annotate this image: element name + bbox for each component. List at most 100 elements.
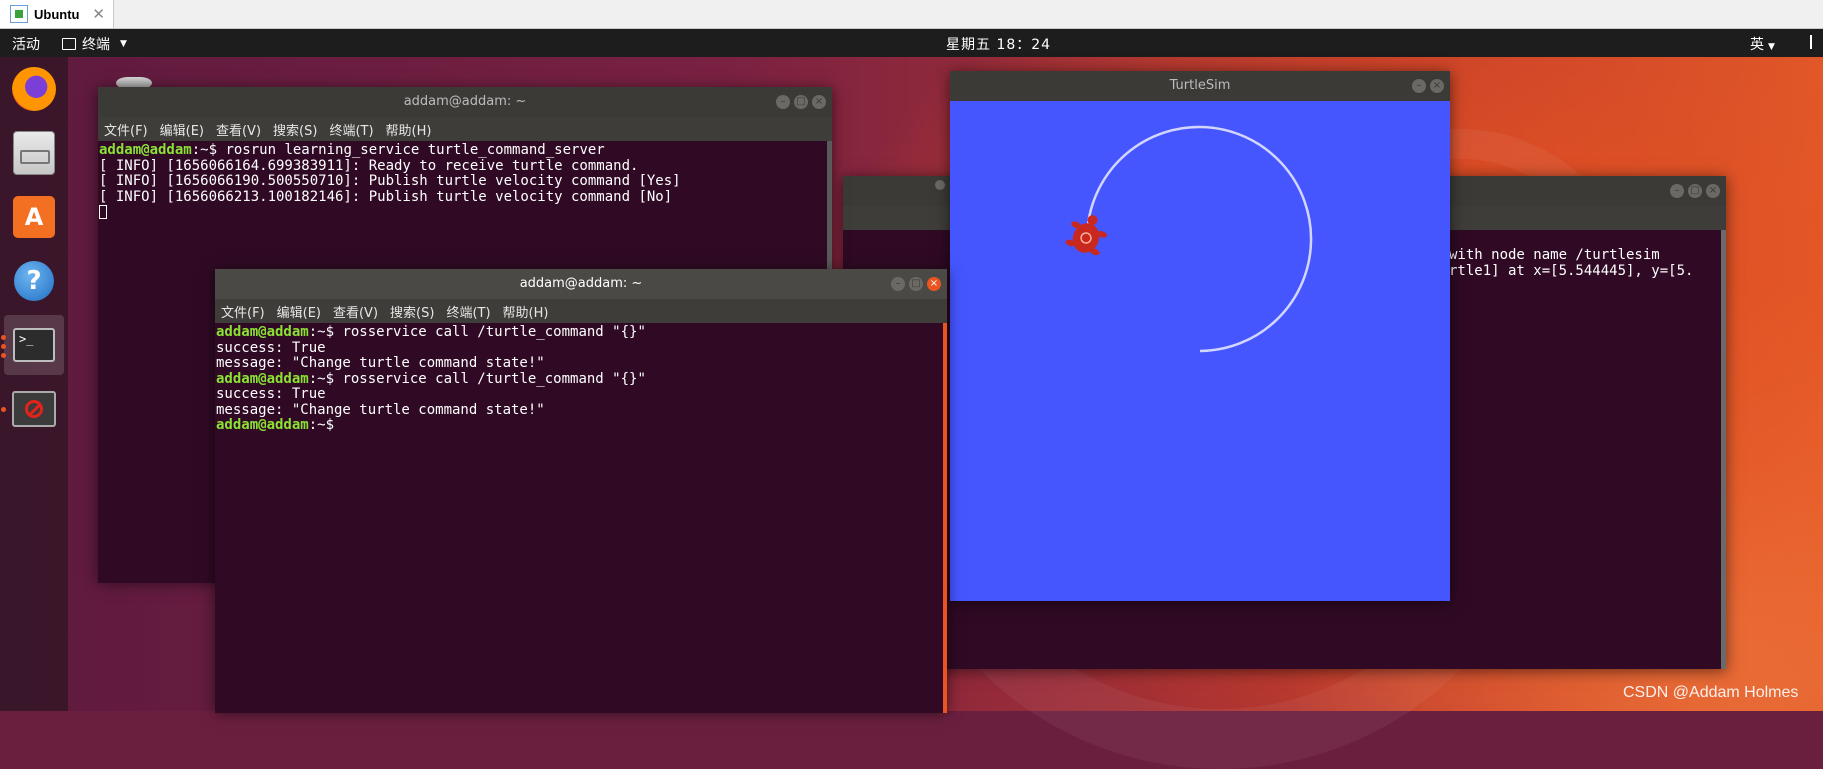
command-line: addam@addam:~$ rosservice call /turtle_c… [216, 370, 947, 388]
menu-search[interactable]: 搜索(S) [390, 302, 434, 321]
window-title: TurtleSim [1169, 78, 1231, 93]
vm-tab-bar: Ubuntu ✕ [0, 0, 1823, 29]
window-titlebar[interactable]: addam@addam: ~ – □ × [98, 87, 832, 117]
maximize-icon[interactable]: □ [909, 277, 923, 291]
window-title: addam@addam: ~ [519, 276, 643, 291]
scrollbar[interactable] [1721, 230, 1726, 669]
files-icon [13, 131, 55, 175]
dock-item-terminal[interactable]: >_ [4, 315, 64, 375]
prompt-user: addam@addam [99, 142, 192, 158]
command-line: addam@addam:~$ rosservice call /turtle_c… [216, 324, 947, 341]
output-line: success: True [216, 386, 326, 402]
command-text: rosrun learning_service turtle_command_s… [225, 142, 605, 158]
output-line: with node name /turtlesim [1449, 247, 1660, 263]
output-line: message: "Change turtle command state!" [216, 355, 545, 371]
dock-item-software[interactable]: A [4, 187, 64, 247]
close-icon[interactable]: × [1430, 79, 1444, 93]
minimize-icon[interactable]: – [1670, 184, 1684, 198]
terminal-window-client[interactable]: addam@addam: ~ – □ × 文件(F) 编辑(E) 查看(V) 搜… [215, 269, 947, 713]
prompt-path: :~$ [308, 417, 335, 433]
command-line: addam@addam:~$ [216, 417, 947, 434]
window-controls: – × [1412, 79, 1444, 93]
clock[interactable]: 星期五 18：24 [946, 34, 1051, 54]
prompt-user: addam@addam [216, 324, 309, 340]
top-panel: 活动 终端 ▼ 星期五 18：24 英 ▼ [0, 29, 1823, 57]
scrollbar[interactable] [943, 323, 947, 713]
chevron-down-icon: ▼ [120, 39, 127, 49]
dock: A ? >_ [0, 57, 68, 711]
menu-edit[interactable]: 编辑(E) [277, 302, 321, 321]
minimize-icon[interactable]: – [776, 95, 790, 109]
app-menu-label: 终端 [82, 37, 110, 53]
menu-view[interactable]: 查看(V) [216, 120, 261, 139]
dock-item-help[interactable]: ? [4, 251, 64, 311]
menu-file[interactable]: 文件(F) [104, 120, 148, 139]
prompt-path: :~$ [191, 142, 226, 158]
turtle-icon [1065, 215, 1108, 256]
window-controls: – □ × [1670, 184, 1720, 198]
menu-terminal[interactable]: 终端(T) [446, 302, 490, 321]
dock-item-other[interactable] [4, 379, 64, 439]
dock-item-firefox[interactable] [4, 59, 64, 119]
menubar: 文件(F) 编辑(E) 查看(V) 搜索(S) 终端(T) 帮助(H) [215, 299, 947, 323]
prompt-user: addam@addam [216, 417, 309, 433]
turtlesim-window[interactable]: TurtleSim – × [950, 71, 1450, 601]
menu-view[interactable]: 查看(V) [333, 302, 378, 321]
terminal-output[interactable]: addam@addam:~$ rosservice call /turtle_c… [215, 323, 947, 713]
menu-help[interactable]: 帮助(H) [503, 302, 549, 321]
turtlesim-canvas [950, 101, 1450, 601]
minimize-icon[interactable]: – [1412, 79, 1426, 93]
cursor-line [99, 205, 832, 221]
system-menu-icon[interactable] [1810, 35, 1823, 49]
menu-edit[interactable]: 编辑(E) [160, 120, 204, 139]
running-indicator [1, 353, 6, 358]
output-line: message: "Change turtle command state!" [216, 401, 545, 418]
window-controls: – □ × [776, 95, 826, 109]
terminal-small-icon [62, 38, 76, 50]
window-titlebar[interactable]: addam@addam: ~ – □ × [215, 269, 947, 299]
menu-terminal[interactable]: 终端(T) [329, 120, 373, 139]
log-line: [ INFO] [1656066164.699383911]: Ready to… [99, 157, 639, 174]
software-center-icon: A [13, 196, 55, 238]
minimize-icon[interactable]: – [891, 277, 905, 291]
terminal-icon: >_ [13, 328, 55, 362]
close-icon[interactable]: × [927, 277, 941, 291]
close-tab-icon[interactable]: ✕ [92, 5, 105, 23]
menu-search[interactable]: 搜索(S) [273, 120, 317, 139]
window-titlebar[interactable]: TurtleSim – × [950, 71, 1450, 101]
vm-tab-label: Ubuntu [34, 6, 80, 22]
turtle-trail [1086, 125, 1313, 353]
command-text: rosservice call /turtle_command "{}" [342, 370, 646, 387]
log-line: [ INFO] [1656066213.100182146]: Publish … [99, 188, 673, 205]
menu-file[interactable]: 文件(F) [221, 302, 265, 321]
prompt-path: :~$ [308, 324, 343, 340]
close-icon[interactable]: × [812, 95, 826, 109]
running-indicator [1, 335, 6, 340]
output-line: success: True [216, 339, 326, 356]
close-icon[interactable]: × [1706, 184, 1720, 198]
help-icon: ? [14, 261, 54, 301]
watermark: CSDN @Addam Holmes [1623, 684, 1799, 701]
running-indicator [1, 407, 6, 412]
window-title: addam@addam: ~ [403, 94, 527, 109]
turtle-path-svg [1065, 125, 1313, 353]
input-method-indicator[interactable]: 英 ▼ [1750, 34, 1775, 54]
prompt-user: addam@addam [216, 370, 309, 387]
log-line: [ INFO] [1656066190.500550710]: Publish … [99, 173, 681, 189]
minimize-icon[interactable] [935, 180, 945, 190]
activities-button[interactable]: 活动 [12, 34, 40, 54]
chevron-down-icon: ▼ [1768, 42, 1775, 52]
output-line: rtle1] at x=[5.544445], y=[5. [1449, 263, 1694, 279]
command-text: rosservice call /turtle_command "{}" [342, 324, 646, 340]
app-menu[interactable]: 终端 ▼ [62, 34, 127, 54]
dock-item-files[interactable] [4, 123, 64, 183]
menu-help[interactable]: 帮助(H) [386, 120, 432, 139]
command-line: addam@addam:~$ rosrun learning_service t… [99, 142, 832, 159]
vm-tab-ubuntu[interactable]: Ubuntu ✕ [0, 0, 114, 28]
input-method-label: 英 [1750, 37, 1764, 53]
menubar: 文件(F) 编辑(E) 查看(V) 搜索(S) 终端(T) 帮助(H) [98, 117, 832, 141]
maximize-icon[interactable]: □ [1688, 184, 1702, 198]
running-indicator [1, 344, 6, 349]
maximize-icon[interactable]: □ [794, 95, 808, 109]
prompt-path: :~$ [308, 370, 343, 387]
